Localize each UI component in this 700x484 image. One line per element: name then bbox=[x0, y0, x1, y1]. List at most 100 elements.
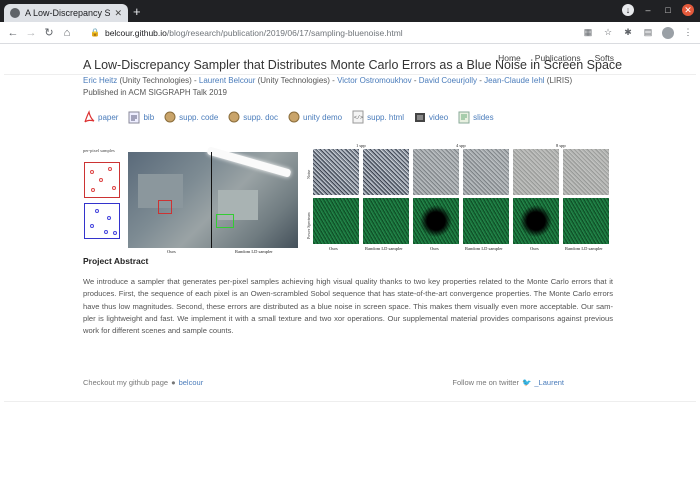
link-supp-html[interactable]: </> supp. html bbox=[352, 110, 404, 124]
link-label: video bbox=[429, 112, 449, 122]
html-file-icon: </> bbox=[352, 110, 364, 124]
spectrum-random-4spp bbox=[463, 198, 509, 244]
author-link[interactable]: David Coeurjolly bbox=[419, 76, 477, 85]
svg-text:</>: </> bbox=[354, 115, 363, 121]
spectrum-ours-4spp bbox=[413, 198, 459, 244]
spp-label: 1 spp bbox=[356, 143, 366, 148]
browser-toolbar: ← → ↻ ⌂ 🔒 belcour.github.io/blog/researc… bbox=[0, 22, 700, 44]
menu-icon[interactable]: ⋮ bbox=[682, 27, 694, 39]
github-icon: ● bbox=[171, 378, 176, 387]
new-tab-button[interactable]: + bbox=[133, 5, 141, 18]
footer-github-prefix: Checkout my github page bbox=[83, 378, 169, 387]
link-unity-demo[interactable]: unity demo bbox=[288, 110, 342, 124]
github-link[interactable]: belcour bbox=[179, 378, 204, 387]
author-link[interactable]: Jean-Claude Iehl bbox=[484, 76, 544, 85]
caption-random: Random LD sampler bbox=[365, 246, 403, 251]
author-affiliation: (Unity Technologies) bbox=[117, 76, 192, 85]
paper-header: A Low-Discrepancy Sampler that Distribut… bbox=[83, 58, 623, 124]
paper-title: A Low-Discrepancy Sampler that Distribut… bbox=[83, 58, 623, 72]
twitter-icon: 🐦 bbox=[522, 378, 532, 387]
qr-code-icon[interactable]: ▦ bbox=[582, 27, 594, 39]
row-label: Power Spectrum bbox=[306, 212, 311, 239]
extensions-icon[interactable]: ✱ bbox=[622, 27, 634, 39]
inset-marker bbox=[158, 200, 172, 214]
link-bib[interactable]: bib bbox=[128, 110, 154, 124]
author-separator: - bbox=[329, 76, 338, 85]
resource-links: paper bib supp. code supp. doc unity dem… bbox=[83, 110, 613, 124]
sample-dot bbox=[99, 178, 103, 182]
sample-dot bbox=[90, 224, 94, 228]
noise-ours-8spp bbox=[513, 149, 559, 195]
author-list: Eric Heitz (Unity Technologies) - Lauren… bbox=[83, 76, 613, 85]
link-video[interactable]: video bbox=[414, 110, 448, 124]
slides-icon bbox=[458, 111, 470, 124]
row-label: Noise bbox=[306, 169, 311, 179]
close-tab-icon[interactable]: ✕ bbox=[114, 8, 122, 19]
link-supp-doc[interactable]: supp. doc bbox=[228, 110, 278, 124]
author-link[interactable]: Laurent Belcour bbox=[199, 76, 255, 85]
minimize-button[interactable]: – bbox=[642, 4, 654, 16]
author-link[interactable]: Eric Heitz bbox=[83, 76, 117, 85]
sample-dot bbox=[108, 167, 112, 171]
caption-ours: Ours bbox=[329, 246, 338, 251]
author-link[interactable]: Victor Ostromoukhov bbox=[337, 76, 412, 85]
sample-dot bbox=[104, 230, 108, 234]
tab-title: A Low-Discrepancy Sampl bbox=[25, 8, 111, 18]
spectrum-ours-8spp bbox=[513, 198, 559, 244]
link-label: supp. html bbox=[367, 112, 405, 122]
url-path: /blog/research/publication/2019/06/17/sa… bbox=[166, 27, 403, 38]
sidebar-icon[interactable]: ▤ bbox=[642, 27, 654, 39]
address-bar[interactable]: 🔒 belcour.github.io/blog/research/public… bbox=[84, 25, 576, 41]
browser-chrome: A Low-Discrepancy Sampl ✕ + ↓ – □ ✕ ← → … bbox=[0, 0, 700, 44]
caption-random: Random LD sampler bbox=[465, 246, 503, 251]
sample-dot bbox=[95, 209, 99, 213]
forward-button[interactable]: → bbox=[24, 26, 38, 40]
author-affiliation: (Unity Technologies) bbox=[255, 76, 330, 85]
caption-random: Random LD sampler bbox=[565, 246, 603, 251]
link-paper[interactable]: paper bbox=[83, 110, 118, 124]
back-button[interactable]: ← bbox=[6, 26, 20, 40]
caption-random: Random LD sampler bbox=[235, 249, 273, 254]
close-window-button[interactable]: ✕ bbox=[682, 4, 694, 16]
random-samples-plot bbox=[84, 203, 120, 239]
sample-dot bbox=[90, 170, 94, 174]
noise-ours-4spp bbox=[413, 149, 459, 195]
author-affiliation: (LIRIS) bbox=[544, 76, 573, 85]
noise-random-1spp bbox=[363, 149, 409, 195]
noise-random-4spp bbox=[463, 149, 509, 195]
video-icon bbox=[415, 113, 426, 122]
author-separator: - bbox=[191, 76, 199, 85]
window-controls: ↓ – □ ✕ bbox=[622, 4, 694, 16]
profile-avatar[interactable] bbox=[662, 26, 674, 39]
publication-venue: Published in ACM SIGGRAPH Talk 2019 bbox=[83, 88, 227, 97]
spp-label: 4 spp bbox=[456, 143, 466, 148]
archive-icon bbox=[228, 111, 240, 123]
abstract-text: We introduce a sampler that generates pe… bbox=[83, 277, 613, 336]
maximize-button[interactable]: □ bbox=[662, 4, 674, 16]
archive-icon bbox=[164, 111, 176, 123]
download-icon[interactable]: ↓ bbox=[622, 4, 634, 16]
browser-tab[interactable]: A Low-Discrepancy Sampl ✕ bbox=[4, 4, 128, 22]
link-label: bib bbox=[143, 112, 155, 122]
archive-icon bbox=[288, 111, 300, 123]
noise-random-8spp bbox=[563, 149, 609, 195]
tab-strip: A Low-Discrepancy Sampl ✕ + ↓ – □ ✕ bbox=[0, 0, 700, 22]
link-supp-code[interactable]: supp. code bbox=[164, 110, 218, 124]
home-icon[interactable]: ⌂ bbox=[60, 26, 74, 40]
link-slides[interactable]: slides bbox=[458, 110, 494, 124]
caption-ours: Ours bbox=[167, 249, 176, 254]
footer-github: Checkout my github page ● belcour bbox=[83, 378, 203, 387]
link-label: paper bbox=[98, 112, 119, 122]
link-label: unity demo bbox=[303, 112, 343, 122]
spp-label: 8 spp bbox=[556, 143, 566, 148]
reload-button[interactable]: ↻ bbox=[42, 26, 56, 40]
twitter-link[interactable]: _Laurent bbox=[534, 378, 564, 387]
author-separator: - bbox=[476, 76, 485, 85]
abstract-section: Project Abstract We introduce a sampler … bbox=[83, 256, 613, 337]
author-separator: - bbox=[411, 76, 419, 85]
pdf-icon bbox=[84, 110, 95, 123]
spectrum-ours-1spp bbox=[313, 198, 359, 244]
globe-icon bbox=[10, 8, 20, 18]
bookmark-star-icon[interactable]: ☆ bbox=[602, 27, 614, 39]
area-light bbox=[206, 146, 292, 178]
